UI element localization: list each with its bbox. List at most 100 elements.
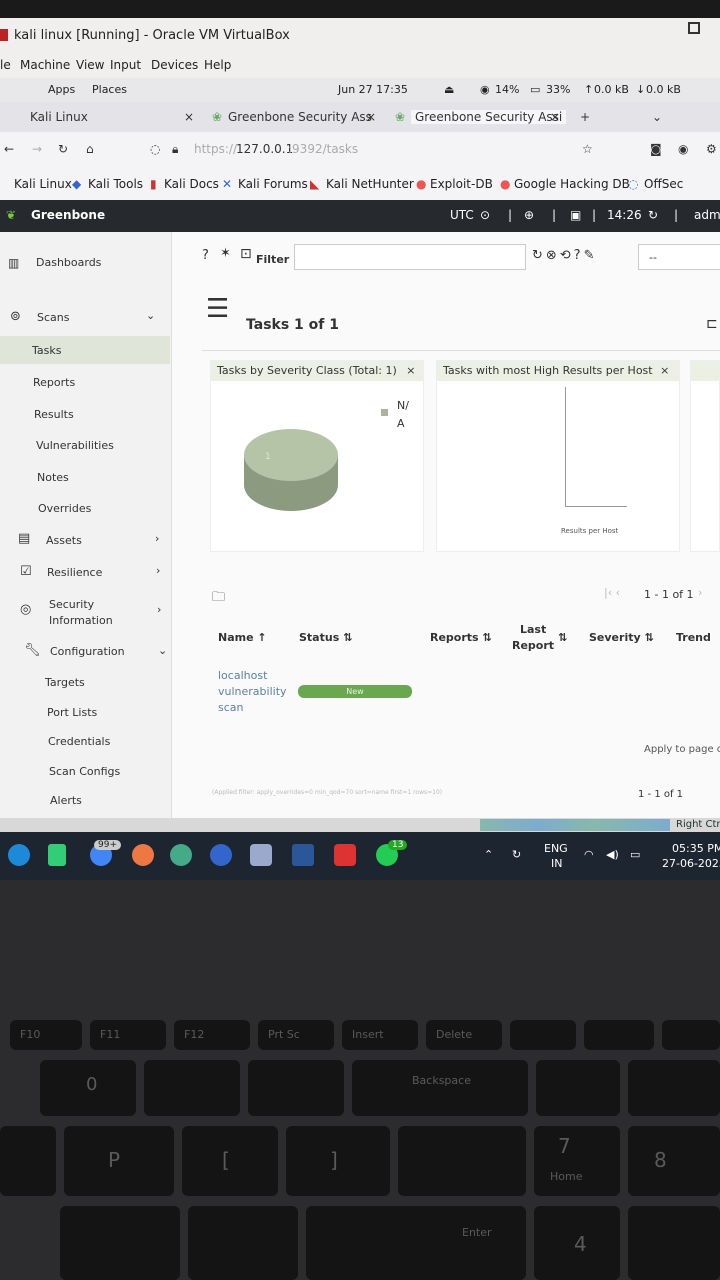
sidebar-item-configuration[interactable]: Configuration <box>50 645 125 658</box>
filter-actions-icons[interactable]: ↻⊗⟲?✎ <box>532 248 597 263</box>
sidebar-item-assets[interactable]: Assets <box>46 534 82 547</box>
sidebar-item-overrides[interactable]: Overrides <box>38 502 91 515</box>
chevron-up-icon[interactable]: ⌃ <box>484 848 493 861</box>
export-icon[interactable]: ⊏ <box>706 316 718 332</box>
home-icon[interactable]: ⌂ <box>86 142 94 156</box>
edge-icon[interactable] <box>8 844 30 866</box>
chrome-icon[interactable] <box>210 844 232 866</box>
tab-close-icon[interactable]: × <box>550 110 560 124</box>
chevron-down-icon[interactable]: ⌄ <box>146 309 155 322</box>
sort-icon[interactable]: ⇅ <box>558 631 567 644</box>
chevron-right-icon[interactable]: › <box>157 603 161 616</box>
sync-icon[interactable]: ↻ <box>512 848 521 861</box>
notes-icon[interactable] <box>48 844 66 866</box>
filter-select[interactable]: -- <box>638 244 720 270</box>
menu-file[interactable]: le <box>0 58 11 72</box>
tab-kali-linux[interactable]: Kali Linux <box>30 110 88 124</box>
url-path[interactable]: :9392/tasks <box>288 142 358 156</box>
back-icon[interactable]: ← <box>4 142 14 156</box>
clock-time[interactable]: 05:35 PM <box>672 842 720 855</box>
chevron-down-icon[interactable]: ⌄ <box>158 644 167 657</box>
menu-devices[interactable]: Devices <box>151 58 198 72</box>
shield-icon[interactable]: ◌ <box>150 142 160 156</box>
task-name-link-line3[interactable]: scan <box>218 701 244 714</box>
url-scheme[interactable]: https:// <box>194 142 237 156</box>
bookmark-kali-docs[interactable]: Kali Docs <box>164 177 219 191</box>
location-icon[interactable]: ⊙ <box>480 208 490 222</box>
battery-icon[interactable]: ▭ <box>630 848 640 861</box>
chevron-right-icon[interactable]: › <box>156 564 160 577</box>
panel-clock[interactable]: Jun 27 17:35 <box>338 83 408 96</box>
places-menu[interactable]: Places <box>92 83 127 96</box>
column-name[interactable]: Name ↑ <box>218 631 267 644</box>
task-name-link[interactable]: localhost <box>218 669 267 682</box>
sidebar-item-port-lists[interactable]: Port Lists <box>47 706 97 719</box>
renew-session-icon[interactable]: ↻ <box>648 208 658 222</box>
word-icon[interactable] <box>292 844 314 866</box>
tab-greenbone-2[interactable]: Greenbone Security Assi <box>411 110 567 124</box>
lock-icon[interactable]: 🔒︎ <box>172 142 178 157</box>
sidebar-item-security-information[interactable]: Security <box>49 598 94 611</box>
sidebar-item-credentials[interactable]: Credentials <box>48 735 110 748</box>
eject-icon[interactable]: ⏏ <box>444 83 454 96</box>
maximize-button[interactable] <box>688 22 700 34</box>
sidebar-item-resilience[interactable]: Resilience <box>47 566 102 579</box>
bookmark-star-icon[interactable]: ☆ <box>582 142 593 156</box>
sidebar-item-dashboards[interactable]: Dashboards <box>36 256 101 269</box>
tab-greenbone-1[interactable]: Greenbone Security Ass <box>228 110 372 124</box>
app-icon[interactable] <box>334 844 356 866</box>
bookmark-kali-tools[interactable]: Kali Tools <box>88 177 143 191</box>
chevron-right-icon[interactable]: › <box>155 532 159 545</box>
menu-view[interactable]: View <box>76 58 104 72</box>
menu-machine[interactable]: Machine <box>20 58 70 72</box>
chrome-icon[interactable] <box>132 844 154 866</box>
sidebar-item-security-information-line2[interactable]: Information <box>49 614 113 627</box>
help-icon[interactable]: ? <box>202 248 209 263</box>
wizard-icon[interactable]: ✶ <box>220 246 231 261</box>
filter-input[interactable] <box>294 244 526 270</box>
sidebar-item-notes[interactable]: Notes <box>37 471 69 484</box>
sidebar-item-alerts[interactable]: Alerts <box>50 794 82 807</box>
close-icon[interactable]: × <box>406 364 415 377</box>
volume-icon[interactable]: ◀) <box>606 848 619 861</box>
sidebar-item-tasks[interactable]: Tasks <box>32 344 61 357</box>
sidebar-item-reports[interactable]: Reports <box>33 376 75 389</box>
sidebar-item-vulnerabilities[interactable]: Vulnerabilities <box>36 439 114 452</box>
user-name[interactable]: adm <box>694 208 720 222</box>
calendar-icon[interactable]: ▣ <box>570 208 581 222</box>
language-icon[interactable]: ⊕ <box>524 208 534 222</box>
sidebar-item-targets[interactable]: Targets <box>45 676 85 689</box>
language-indicator[interactable]: ENG <box>544 842 568 855</box>
language-region[interactable]: IN <box>551 857 562 870</box>
column-status[interactable]: Status ⇅ <box>299 631 352 644</box>
task-name-link-line2[interactable]: vulnerability <box>218 685 287 698</box>
apps-menu[interactable]: Apps <box>48 83 75 96</box>
tab-close-icon[interactable]: × <box>184 110 194 124</box>
new-task-icon[interactable]: ⊡ <box>240 246 252 262</box>
bookmark-kali-linux[interactable]: Kali Linux <box>14 177 72 191</box>
menu-input[interactable]: Input <box>110 58 141 72</box>
column-severity[interactable]: Severity ⇅ <box>589 631 654 644</box>
url-host[interactable]: 127.0.0.1 <box>236 142 293 156</box>
forward-icon[interactable]: → <box>32 142 42 156</box>
extensions-icon[interactable]: ⚙ <box>706 142 717 156</box>
apply-to-page-select[interactable]: Apply to page c <box>644 744 720 755</box>
reload-icon[interactable]: ↻ <box>58 142 68 156</box>
wifi-icon[interactable]: ◠ <box>584 848 594 861</box>
tab-close-icon[interactable]: × <box>366 110 376 124</box>
folder-icon[interactable]: 🗀︎ <box>212 588 225 610</box>
chevron-down-icon[interactable]: ⌄ <box>652 110 662 124</box>
sidebar-item-scan-configs[interactable]: Scan Configs <box>49 765 120 778</box>
close-icon[interactable]: × <box>660 364 669 377</box>
column-last-report-line1[interactable]: Last <box>520 623 546 636</box>
bookmark-google-hacking-db[interactable]: Google Hacking DB <box>514 177 630 191</box>
menu-help[interactable]: Help <box>204 58 231 72</box>
sidebar-item-results[interactable]: Results <box>34 408 74 421</box>
bookmark-kali-forums[interactable]: Kali Forums <box>238 177 308 191</box>
bookmark-kali-nethunter[interactable]: Kali NetHunter <box>326 177 414 191</box>
clock-date[interactable]: 27-06-2025 <box>662 857 720 870</box>
column-last-report-line2[interactable]: Report <box>512 639 554 652</box>
sidebar-item-scans[interactable]: Scans <box>37 311 69 324</box>
virtualbox-icon[interactable] <box>250 844 272 866</box>
pocket-icon[interactable]: ◙ <box>650 142 662 156</box>
